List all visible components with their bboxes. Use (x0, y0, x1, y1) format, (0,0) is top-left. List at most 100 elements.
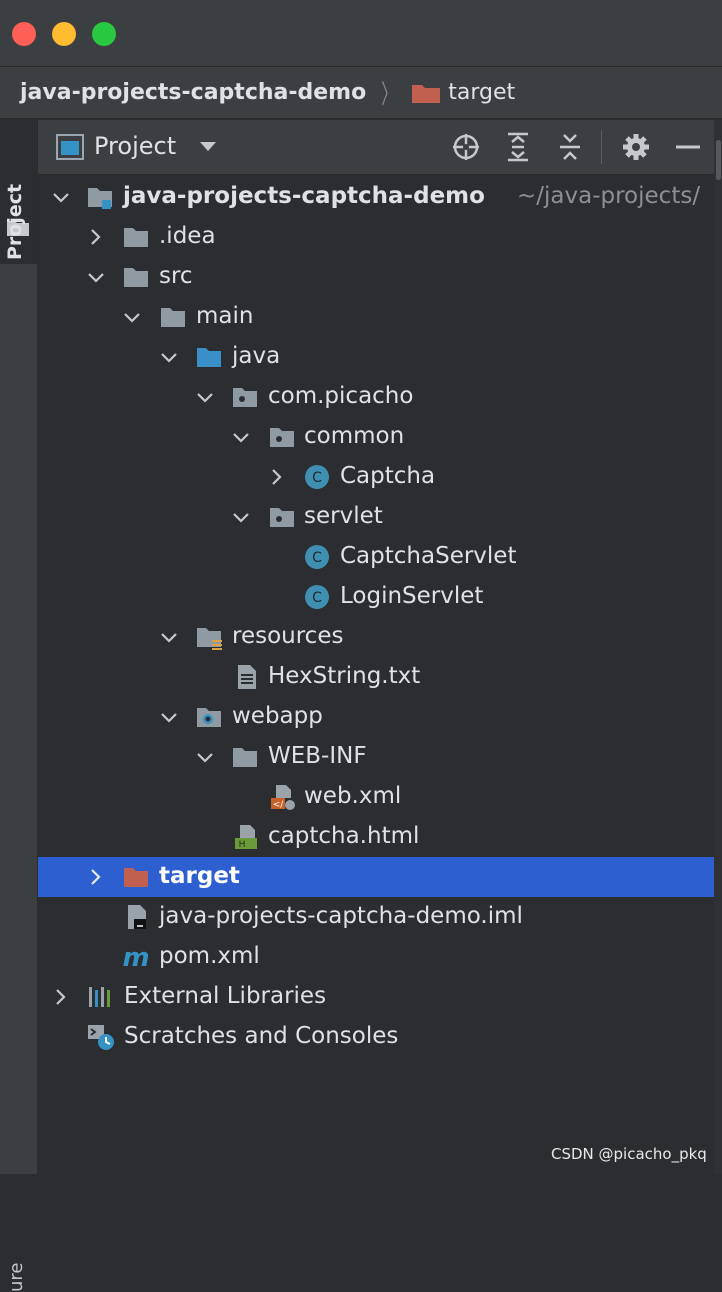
zoom-window-button[interactable] (92, 22, 116, 46)
chevron-down-icon[interactable] (231, 425, 251, 449)
breadcrumb-target[interactable]: target (448, 80, 515, 105)
tree-item-label: web.xml (304, 783, 401, 809)
chevron-right-icon[interactable] (51, 985, 71, 1009)
tree-item-webapp[interactable]: webapp (38, 697, 714, 737)
scrollbar-track[interactable] (714, 120, 722, 1174)
chevron-right-icon[interactable] (267, 465, 287, 489)
tree-item-captcha-html[interactable]: H captcha.html (38, 817, 714, 857)
chevron-down-icon[interactable] (51, 185, 71, 209)
tree-item-login-servlet[interactable]: C LoginServlet (38, 577, 714, 617)
minimize-window-button[interactable] (52, 22, 76, 46)
breadcrumb-project[interactable]: java-projects-captcha-demo (20, 80, 366, 105)
package-icon (268, 423, 296, 451)
tree-item-label: LoginServlet (340, 583, 483, 609)
module-file-icon (122, 903, 150, 931)
folder-icon (122, 263, 150, 291)
tree-item-label: java (232, 343, 280, 369)
tree-item-main[interactable]: main (38, 297, 714, 337)
chevron-down-icon[interactable] (195, 385, 215, 409)
libraries-icon (87, 983, 115, 1011)
svg-text:H: H (239, 840, 246, 850)
project-tree: java-projects-captcha-demo ~/java-projec… (38, 175, 714, 1174)
scratches-icon (87, 1023, 115, 1051)
tree-item-idea[interactable]: .idea (38, 217, 714, 257)
tree-item-label: common (304, 423, 404, 449)
tree-item-package[interactable]: com.picacho (38, 377, 714, 417)
close-window-button[interactable] (12, 22, 36, 46)
tree-item-captcha[interactable]: C Captcha (38, 457, 714, 497)
tree-item-hexstring[interactable]: HexString.txt (38, 657, 714, 697)
chevron-down-icon[interactable] (159, 705, 179, 729)
chevron-down-icon[interactable] (231, 505, 251, 529)
tree-item-path-hint: ~/java-projects/ (517, 183, 700, 209)
chevron-down-icon[interactable] (159, 625, 179, 649)
tree-item-label: webapp (232, 703, 323, 729)
tree-item-label: .idea (159, 223, 216, 249)
tree-item-webinf[interactable]: WEB-INF (38, 737, 714, 777)
tree-item-scratches[interactable]: Scratches and Consoles (38, 1017, 714, 1057)
toolbar-divider (601, 130, 602, 164)
chevron-down-icon[interactable] (122, 305, 142, 329)
tool-window-stripe: Project ure (0, 120, 38, 1174)
structure-tab-label[interactable]: ure (6, 1263, 27, 1292)
collapse-all-icon[interactable] (554, 131, 586, 163)
tree-item-root[interactable]: java-projects-captcha-demo ~/java-projec… (38, 177, 714, 217)
tree-item-target[interactable]: target (38, 857, 714, 897)
tree-item-pom[interactable]: m pom.xml (38, 937, 714, 977)
tree-item-label: WEB-INF (268, 743, 367, 769)
tree-item-servlet[interactable]: servlet (38, 497, 714, 537)
watermark: CSDN @picacho_pkq (551, 1145, 707, 1163)
text-file-icon (232, 663, 260, 691)
tree-item-label: Scratches and Consoles (124, 1023, 398, 1049)
tree-item-external-libraries[interactable]: External Libraries (38, 977, 714, 1017)
chevron-down-icon[interactable] (159, 345, 179, 369)
folder-icon (159, 303, 187, 331)
project-view-icon (56, 134, 84, 160)
tree-item-label: External Libraries (124, 983, 326, 1009)
window-title-bar (0, 0, 722, 67)
tree-item-label: main (196, 303, 253, 329)
project-view-selector[interactable]: Project (94, 132, 176, 160)
locate-icon[interactable] (450, 131, 482, 163)
tree-item-label: target (159, 863, 240, 889)
scrollbar-thumb[interactable] (716, 140, 721, 180)
folder-icon (122, 223, 150, 251)
minimize-icon[interactable] (672, 131, 704, 163)
chevron-down-icon[interactable] (200, 142, 216, 151)
tree-item-iml[interactable]: java-projects-captcha-demo.iml (38, 897, 714, 937)
svg-text:C: C (312, 550, 322, 566)
tree-item-label: CaptchaServlet (340, 543, 516, 569)
tree-item-common[interactable]: common (38, 417, 714, 457)
java-class-icon: C (303, 463, 331, 491)
tree-item-captcha-servlet[interactable]: C CaptchaServlet (38, 537, 714, 577)
chevron-down-icon[interactable] (195, 745, 215, 769)
module-folder-icon (86, 183, 114, 211)
tree-item-src[interactable]: src (38, 257, 714, 297)
xml-file-icon: </ (268, 783, 296, 811)
tree-item-java[interactable]: java (38, 337, 714, 377)
excluded-folder-icon (412, 83, 440, 103)
web-folder-icon (195, 703, 223, 731)
resources-folder-icon (195, 623, 223, 651)
tree-item-label: servlet (304, 503, 383, 529)
expand-all-icon[interactable] (502, 131, 534, 163)
tree-item-label: captcha.html (268, 823, 419, 849)
package-icon (231, 383, 259, 411)
project-tab-label: Project (4, 184, 26, 260)
maven-icon: m (122, 943, 150, 971)
project-tool-window-tab[interactable]: Project (0, 120, 37, 264)
chevron-down-icon[interactable] (86, 265, 106, 289)
html-file-icon: H (232, 823, 260, 851)
tree-item-label: pom.xml (159, 943, 260, 969)
chevron-right-icon[interactable] (86, 865, 106, 889)
gear-icon[interactable] (620, 131, 652, 163)
chevron-right-icon[interactable] (86, 225, 106, 249)
tree-item-label: Captcha (340, 463, 435, 489)
tree-item-webxml[interactable]: </ web.xml (38, 777, 714, 817)
breadcrumb: java-projects-captcha-demo 〉 target (0, 67, 722, 119)
package-icon (268, 503, 296, 531)
tree-item-label: src (159, 263, 193, 289)
tree-item-resources[interactable]: resources (38, 617, 714, 657)
folder-icon (231, 743, 259, 771)
tree-item-label: java-projects-captcha-demo (123, 183, 485, 209)
